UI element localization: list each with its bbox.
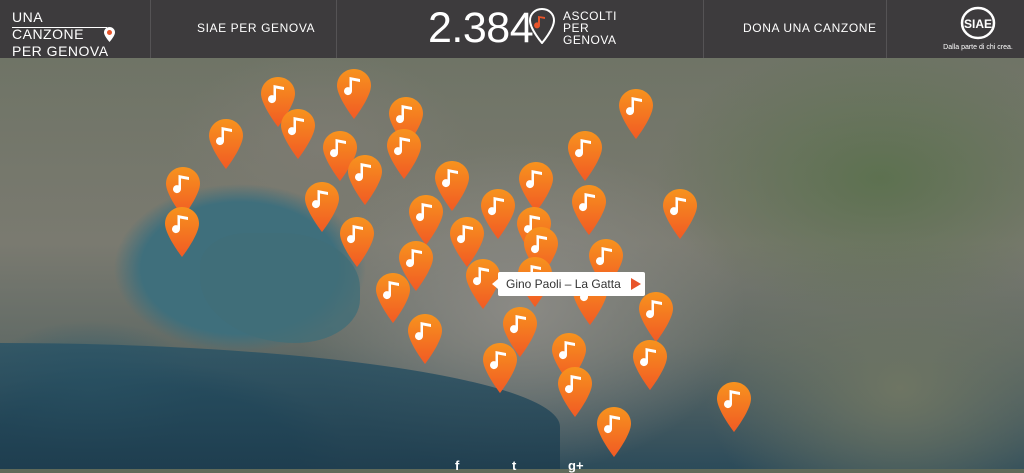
music-note-icon (209, 119, 243, 169)
counter-label: ASCOLTI PER GENOVA (563, 10, 617, 46)
siae-logo-text: SIAE (964, 17, 992, 31)
music-pin-icon (529, 8, 555, 44)
song-pin[interactable] (618, 88, 654, 140)
music-note-icon (305, 182, 339, 232)
nav-divider (703, 0, 704, 58)
song-pin[interactable] (347, 154, 383, 206)
play-icon[interactable] (630, 278, 641, 290)
song-pin[interactable] (482, 342, 518, 394)
music-note-icon (597, 407, 631, 457)
music-note-icon (663, 189, 697, 239)
sea-area (0, 343, 560, 469)
googleplus-icon[interactable]: g+ (568, 458, 584, 473)
twitter-icon[interactable]: t (512, 458, 516, 473)
song-pin[interactable] (304, 181, 340, 233)
song-pin[interactable] (280, 108, 316, 160)
siae-emblem-icon: SIAE (960, 6, 996, 40)
song-pin[interactable] (407, 313, 443, 365)
music-note-icon (558, 367, 592, 417)
nav-divider (150, 0, 151, 58)
music-note-icon (481, 189, 515, 239)
song-pin[interactable] (480, 188, 516, 240)
music-note-icon (717, 382, 751, 432)
music-note-icon (165, 207, 199, 257)
music-note-icon (408, 314, 442, 364)
music-note-icon (340, 217, 374, 267)
siae-tagline: Dalla parte di chi crea. (943, 44, 1013, 51)
logo-pin-icon (104, 27, 115, 42)
facebook-icon[interactable]: f (455, 458, 459, 473)
music-note-icon (568, 131, 602, 181)
song-pin[interactable] (164, 206, 200, 258)
music-note-icon (348, 155, 382, 205)
song-pin[interactable] (567, 130, 603, 182)
top-navigation-bar: UNA CANZONE PER GENOVA SIAE PER GENOVA 2… (0, 0, 1024, 59)
logo-underline (12, 27, 107, 28)
song-pin[interactable] (632, 339, 668, 391)
music-note-icon (281, 109, 315, 159)
song-pin[interactable] (716, 381, 752, 433)
tooltip-song-title: Gino Paoli – La Gatta (506, 277, 621, 291)
song-pin[interactable] (336, 68, 372, 120)
listen-counter: 2.384 (428, 4, 534, 52)
nav-divider (886, 0, 887, 58)
song-pin[interactable] (571, 184, 607, 236)
nav-divider (336, 0, 337, 58)
song-pin[interactable] (662, 188, 698, 240)
song-pin[interactable] (339, 216, 375, 268)
song-pin[interactable] (375, 272, 411, 324)
tooltip-arrow (492, 279, 498, 289)
counter-label-line: GENOVA (563, 33, 617, 47)
music-note-icon (483, 343, 517, 393)
song-pin[interactable] (638, 291, 674, 343)
music-note-icon (633, 340, 667, 390)
song-pin[interactable] (386, 128, 422, 180)
music-note-icon (619, 89, 653, 139)
una-canzone-logo[interactable]: UNA CANZONE PER GENOVA (12, 9, 115, 59)
nav-dona-una-canzone[interactable]: DONA UNA CANZONE (743, 21, 877, 35)
harbor-area (200, 233, 360, 343)
music-note-icon (572, 185, 606, 235)
nav-siae-per-genova[interactable]: SIAE PER GENOVA (197, 21, 315, 35)
music-note-icon (639, 292, 673, 342)
song-pin[interactable] (557, 366, 593, 418)
music-note-icon (409, 195, 443, 245)
music-note-icon (387, 129, 421, 179)
music-note-icon (337, 69, 371, 119)
song-pin[interactable] (596, 406, 632, 458)
satellite-map[interactable] (0, 58, 1024, 469)
siae-logo[interactable]: SIAE Dalla parte di chi crea. (940, 6, 1016, 52)
song-tooltip[interactable]: Gino Paoli – La Gatta (492, 272, 645, 296)
music-note-icon (376, 273, 410, 323)
logo-line-1: UNA CANZONE (12, 9, 84, 42)
song-pin[interactable] (208, 118, 244, 170)
song-pin[interactable] (408, 194, 444, 246)
